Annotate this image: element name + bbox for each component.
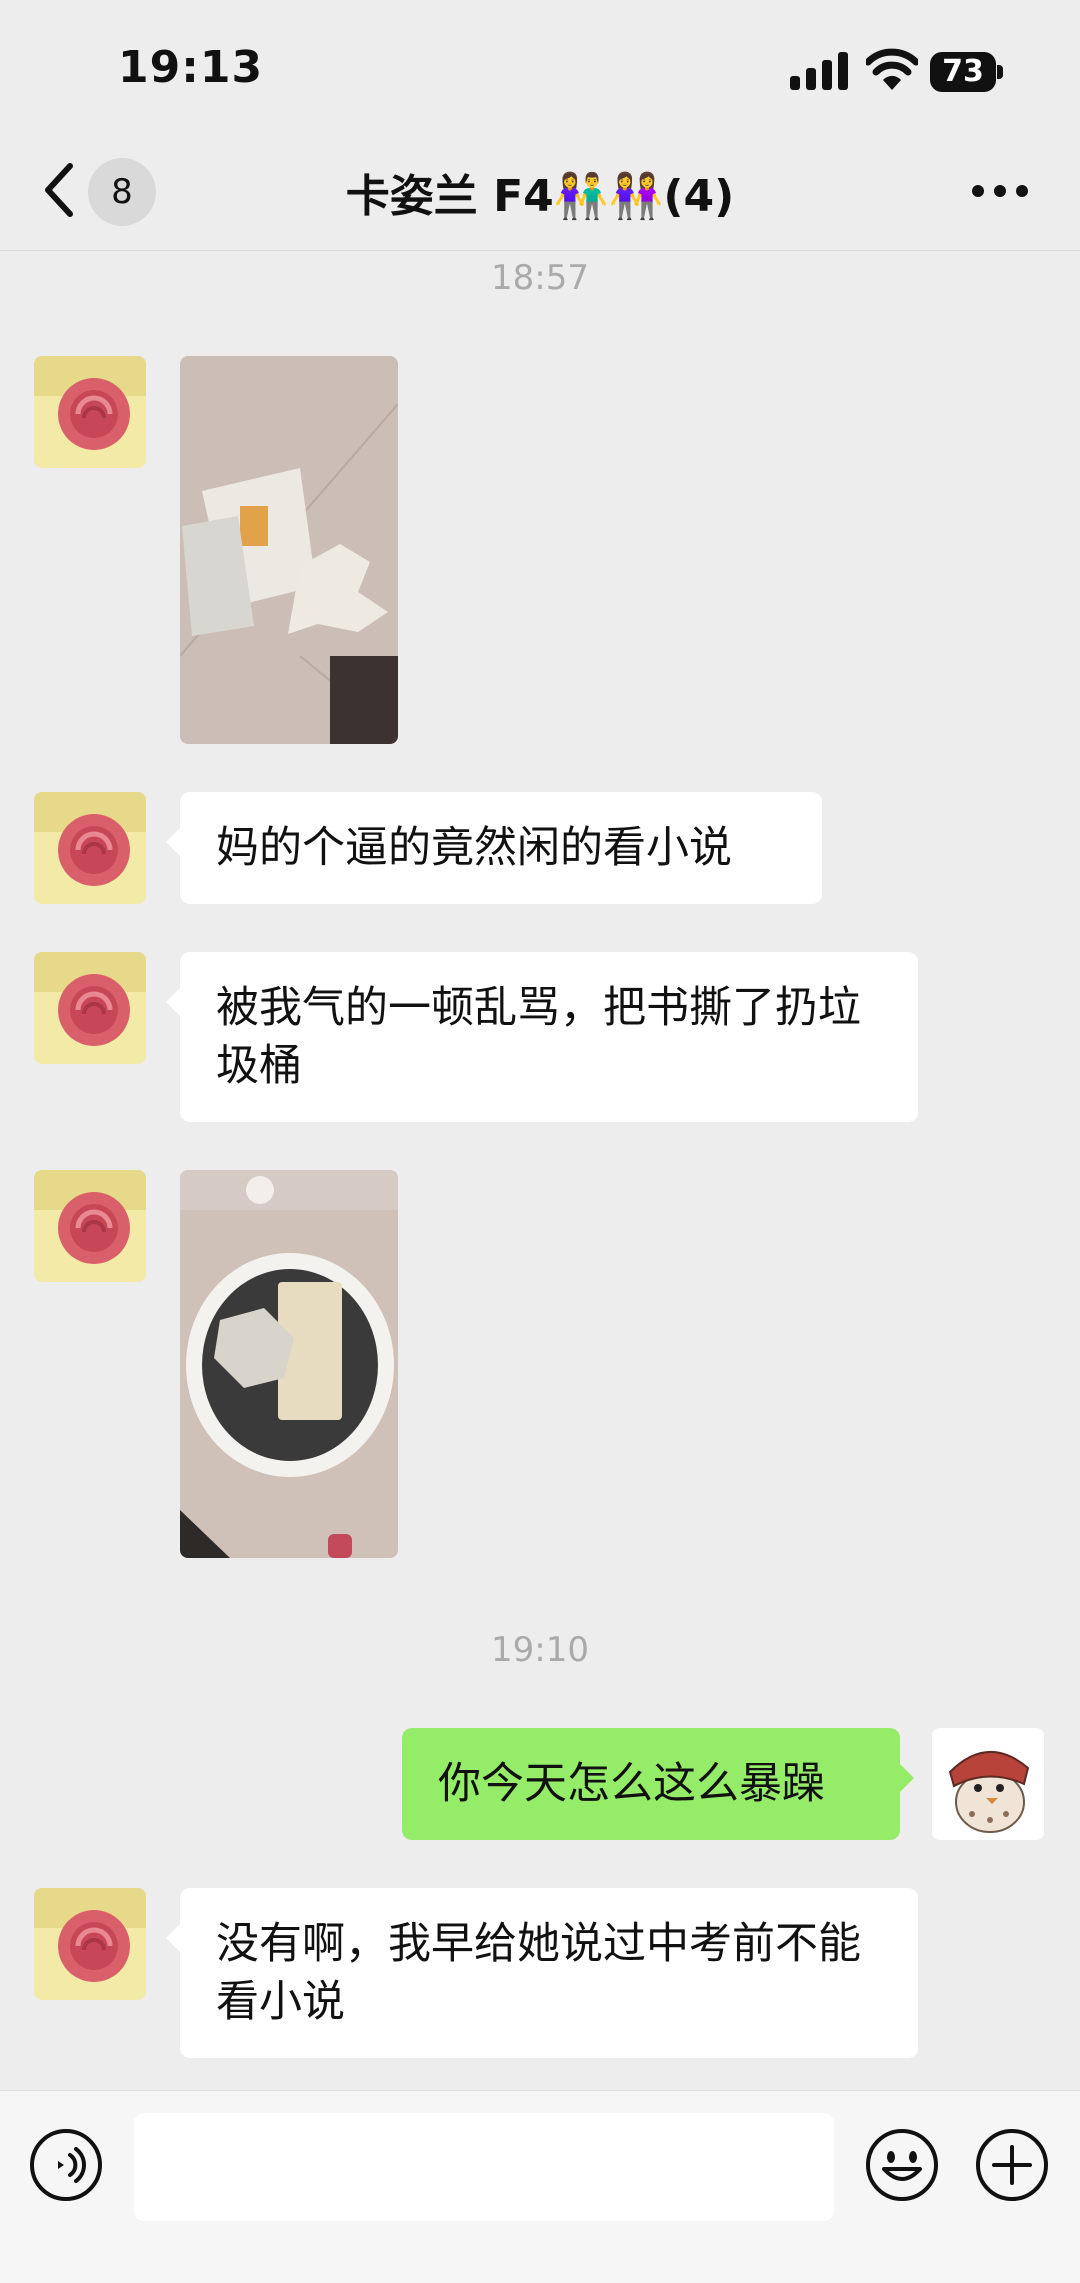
chat-photo[interactable] (180, 356, 398, 744)
timestamp: 19:10 (491, 1630, 589, 1670)
message-bubble-self[interactable]: 你今天怎么这么暴躁 (402, 1728, 914, 1840)
message-bubble[interactable]: 妈的个逼的竟然闲的看小说 (166, 792, 822, 904)
status-time: 19:13 (118, 42, 264, 93)
chat-title: 卡姿兰 F4👫👭(4) (345, 171, 735, 222)
avatar[interactable] (34, 1888, 146, 2000)
avatar[interactable] (34, 1170, 146, 1282)
battery-level: 73 (942, 54, 984, 89)
message-bubble[interactable]: 被我气的一顿乱骂，把书撕了扔垃圾桶 (166, 952, 918, 1122)
cellular-signal-icon (790, 52, 848, 90)
status-bar: 19:13 73 (0, 0, 1080, 130)
more-icon[interactable] (970, 176, 1030, 206)
avatar[interactable] (34, 792, 146, 904)
avatar[interactable] (34, 356, 146, 468)
battery-indicator: 73 (930, 52, 1004, 92)
timestamp: 18:57 (491, 258, 589, 298)
emoji-icon[interactable] (864, 2127, 940, 2203)
wifi-icon (866, 48, 918, 90)
input-bar (0, 2090, 1080, 2283)
plus-icon[interactable] (974, 2127, 1050, 2203)
chat-photo[interactable] (180, 1170, 398, 1558)
message-bubble[interactable]: 没有啊，我早给她说过中考前不能看小说 (166, 1888, 918, 2058)
message-input[interactable] (134, 2113, 834, 2221)
avatar[interactable] (34, 952, 146, 1064)
nav-divider (0, 250, 1080, 251)
self-avatar[interactable] (932, 1728, 1044, 1840)
voice-icon[interactable] (28, 2127, 104, 2203)
